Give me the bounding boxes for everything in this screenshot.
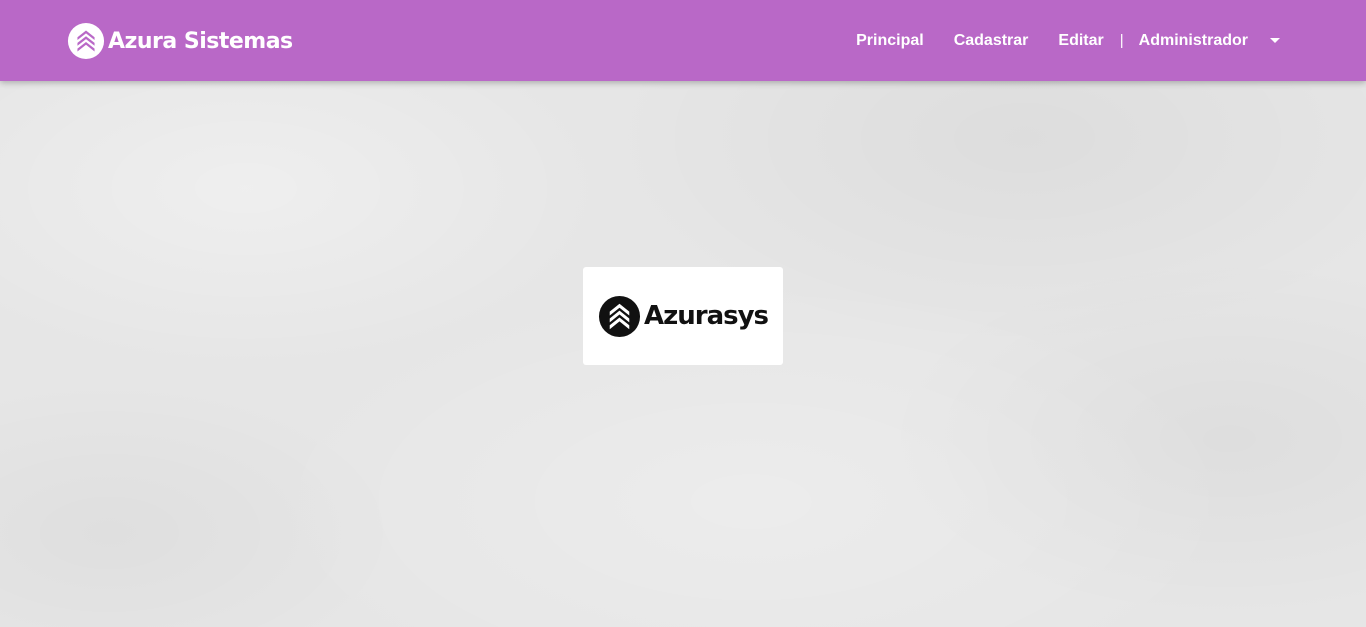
azurasys-logo: Azurasys [598,295,769,338]
center-logo-card: Azurasys [583,267,783,365]
azura-logo-icon [67,22,105,60]
user-menu-dropdown[interactable]: Administrador [1139,32,1280,50]
brand-link[interactable]: Azura Sistemas [67,22,293,60]
azurasys-logo-icon [598,295,641,337]
user-menu-label[interactable]: Administrador [1139,32,1248,50]
nav-item-principal[interactable]: Principal [856,32,924,50]
top-navbar: Azura Sistemas Principal Cadastrar Edita… [0,0,1366,81]
brand-name: Azura Sistemas [108,28,293,54]
caret-down-icon[interactable] [1270,38,1280,43]
nav-item-cadastrar[interactable]: Cadastrar [954,32,1029,50]
main-nav: Principal Cadastrar Editar | Administrad… [856,0,1280,81]
nav-item-editar[interactable]: Editar [1058,32,1103,50]
nav-divider: | [1119,32,1124,49]
azurasys-logo-text: Azurasys [643,301,769,331]
